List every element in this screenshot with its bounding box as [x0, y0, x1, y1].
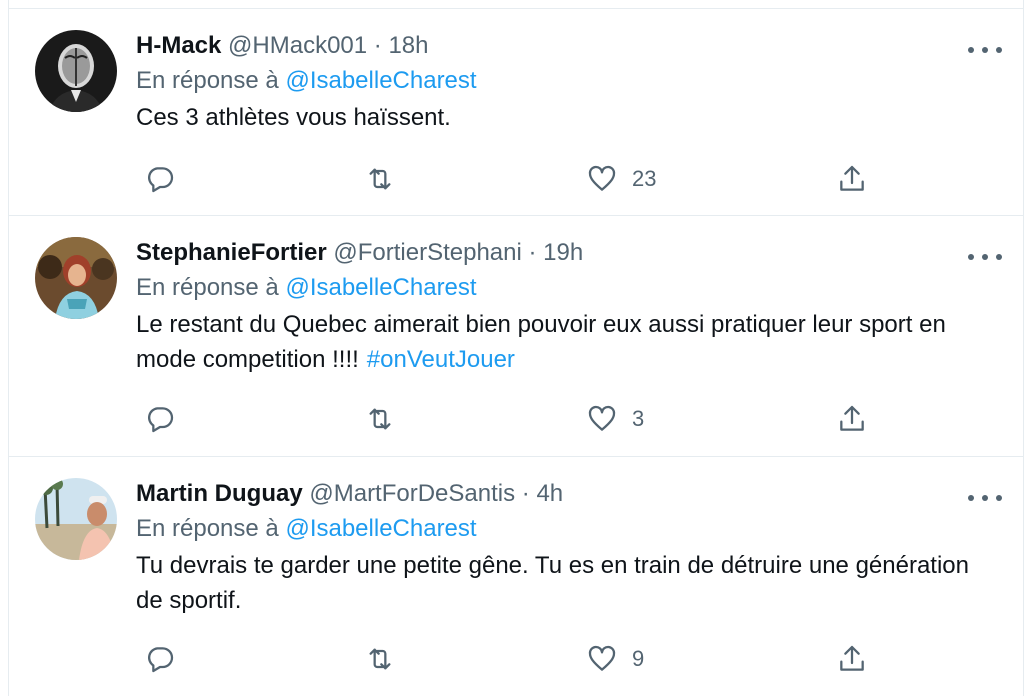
reply-mention-link[interactable]: @IsabelleCharest — [285, 515, 476, 542]
reply-mention-link[interactable]: @IsabelleCharest — [285, 67, 476, 94]
timestamp[interactable]: 4h — [536, 480, 563, 507]
separator: · — [373, 32, 382, 59]
avatar[interactable] — [35, 478, 117, 560]
author-name[interactable]: Martin Duguay — [136, 480, 303, 507]
reply-button[interactable] — [144, 401, 176, 437]
tweet-header: H-Mack @HMack001 · 18h — [136, 29, 998, 63]
like-button[interactable]: 23 — [586, 161, 656, 197]
reply-mention-link[interactable]: @IsabelleCharest — [285, 274, 476, 301]
more-icon[interactable] — [968, 493, 1002, 503]
timestamp[interactable]: 18h — [388, 32, 428, 59]
separator: · — [521, 480, 530, 507]
separator: · — [528, 239, 537, 266]
avatar[interactable] — [35, 237, 117, 319]
tweet-text: Tu devrais te garder une petite gêne. Tu… — [136, 548, 998, 618]
retweet-icon — [369, 168, 391, 190]
tweet-content: Martin Duguay @MartForDeSantis · 4h En r… — [136, 477, 998, 618]
share-icon — [840, 165, 864, 191]
reply-button[interactable] — [144, 641, 176, 677]
share-button[interactable] — [836, 401, 868, 437]
author-handle[interactable]: @MartForDeSantis — [309, 480, 515, 507]
author-handle[interactable]: @FortierStephani — [333, 239, 521, 266]
like-button[interactable]: 9 — [586, 641, 644, 677]
heart-icon — [588, 165, 616, 191]
reply-prefix: En réponse à — [136, 67, 279, 94]
share-icon — [840, 645, 864, 671]
retweet-button[interactable] — [364, 401, 396, 437]
reply-prefix: En réponse à — [136, 274, 279, 301]
tweet-content: StephanieFortier @FortierStephani · 19h … — [136, 236, 998, 377]
tweet[interactable]: StephanieFortier @FortierStephani · 19h … — [8, 216, 1024, 457]
avatar-image — [35, 30, 117, 112]
tweet-body: Tu devrais te garder une petite gêne. Tu… — [136, 552, 969, 614]
reply-context: En réponse à @IsabelleCharest — [136, 63, 998, 99]
avatar[interactable] — [35, 30, 117, 112]
author-name[interactable]: StephanieFortier — [136, 239, 327, 266]
share-icon — [840, 405, 864, 431]
share-button[interactable] — [836, 161, 868, 197]
like-count: 23 — [632, 166, 657, 191]
reply-icon — [148, 167, 174, 193]
like-count: 3 — [632, 406, 645, 431]
heart-icon — [588, 405, 616, 431]
more-icon[interactable] — [968, 252, 1002, 262]
tweet-actions: 23 — [136, 161, 876, 197]
tweet-text: Ces 3 athlètes vous haïssent. — [136, 100, 998, 135]
tweet[interactable]: Martin Duguay @MartForDeSantis · 4h En r… — [8, 457, 1024, 696]
retweet-button[interactable] — [364, 161, 396, 197]
avatar-image — [35, 478, 117, 560]
reply-prefix: En réponse à — [136, 515, 279, 542]
more-icon[interactable] — [968, 45, 1002, 55]
reply-icon — [148, 407, 174, 433]
author-name[interactable]: H-Mack — [136, 32, 221, 59]
reply-icon — [148, 647, 174, 673]
retweet-icon — [369, 648, 391, 670]
retweet-icon — [369, 408, 391, 430]
tweet-body: Le restant du Quebec aimerait bien pouvo… — [136, 311, 946, 373]
hashtag-link[interactable]: #onVeutJouer — [367, 346, 515, 373]
tweet-text: Le restant du Quebec aimerait bien pouvo… — [136, 307, 998, 377]
tweet-actions: 9 — [136, 641, 876, 677]
tweet-content: H-Mack @HMack001 · 18h En réponse à @Isa… — [136, 29, 998, 135]
tweet-actions: 3 — [136, 401, 876, 437]
author-handle[interactable]: @HMack001 — [228, 32, 367, 59]
share-button[interactable] — [836, 641, 868, 677]
tweet[interactable]: H-Mack @HMack001 · 18h En réponse à @Isa… — [8, 9, 1024, 216]
timestamp[interactable]: 19h — [543, 239, 583, 266]
reply-context: En réponse à @IsabelleCharest — [136, 270, 998, 306]
tweet-body: Ces 3 athlètes vous haïssent. — [136, 104, 451, 131]
like-button[interactable]: 3 — [586, 401, 644, 437]
like-count: 9 — [632, 646, 645, 671]
reply-context: En réponse à @IsabelleCharest — [136, 511, 998, 547]
heart-icon — [588, 645, 616, 671]
reply-button[interactable] — [144, 161, 176, 197]
avatar-image — [35, 237, 117, 319]
retweet-button[interactable] — [364, 641, 396, 677]
tweet-header: Martin Duguay @MartForDeSantis · 4h — [136, 477, 998, 511]
tweet-header: StephanieFortier @FortierStephani · 19h — [136, 236, 998, 270]
